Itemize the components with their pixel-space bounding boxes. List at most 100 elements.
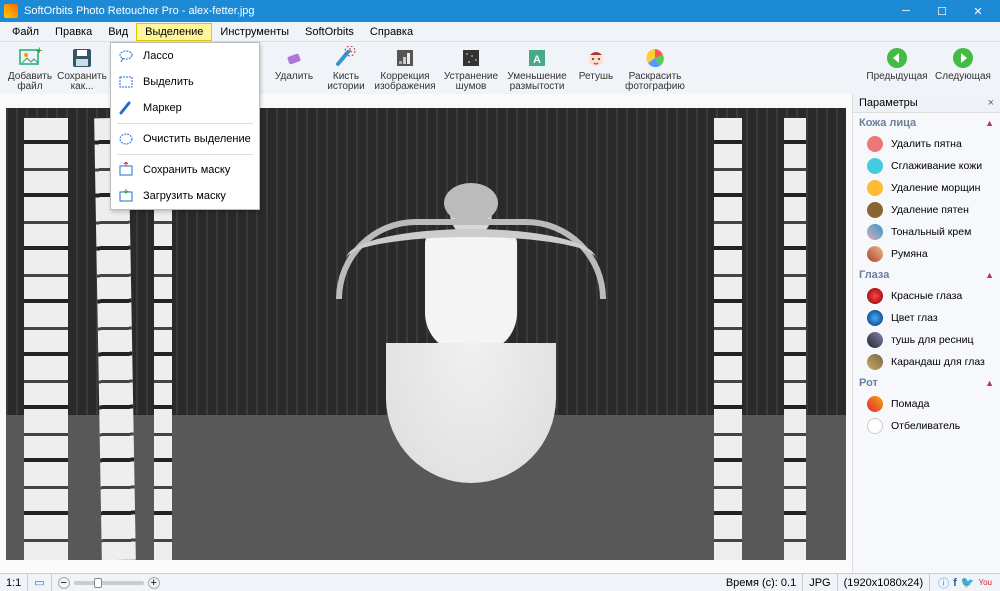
fit-screen-button[interactable]: ▭ [28,574,51,591]
status-dimensions: (1920x1080x24) [838,574,931,591]
item-whitener[interactable]: Отбеливатель [853,415,1000,437]
dropdown-lasso-label: Лассо [143,50,174,62]
menubar: Файл Правка Вид Выделение Инструменты So… [0,22,1000,42]
collapse-icon: ▲ [985,118,994,128]
remove-label: Удалить [275,72,313,82]
menu-softorbits[interactable]: SoftOrbits [297,24,362,40]
retouch-button[interactable]: Ретушь [570,44,622,92]
menu-help[interactable]: Справка [362,24,421,40]
save-mask-icon [117,161,135,179]
lipstick-icon [867,396,883,412]
item-stains[interactable]: Удаление пятен [853,199,1000,221]
save-as-label: Сохранить как... [56,72,108,92]
menu-file[interactable]: Файл [4,24,47,40]
add-file-label: Добавить файл [4,72,56,92]
marquee-icon [117,73,135,91]
item-smooth-skin[interactable]: Сглаживание кожи [853,155,1000,177]
clear-selection-icon [117,130,135,148]
item-foundation[interactable]: Тональный крем [853,221,1000,243]
deblur-button[interactable]: A Уменьшение размытости [504,44,570,92]
item-wrinkles[interactable]: Удаление морщин [853,177,1000,199]
statusbar: 1:1 ▭ − + Время (с): 0.1 JPG (1920x1080x… [0,573,1000,591]
info-icon[interactable]: ⓘ [938,575,949,591]
image-correction-label: Коррекция изображения [372,72,438,92]
item-eyeliner[interactable]: Карандаш для глаз [853,351,1000,373]
item-red-eyes[interactable]: Красные глаза [853,285,1000,307]
prev-image-button[interactable]: Предыдущая [864,44,930,92]
dropdown-marker[interactable]: Маркер [111,95,259,121]
redeye-icon [867,288,883,304]
item-remove-spots[interactable]: Удалить пятна [853,133,1000,155]
eyecolor-icon [867,310,883,326]
image-plus-icon: + [18,46,42,70]
foundation-icon [867,224,883,240]
eyeliner-icon [867,354,883,370]
denoise-label: Устранение шумов [438,72,504,92]
dropdown-clear-label: Очистить выделение [143,133,251,145]
item-lipstick[interactable]: Помада [853,393,1000,415]
deblur-label: Уменьшение размытости [504,72,570,92]
dropdown-select[interactable]: Выделить [111,69,259,95]
prev-label: Предыдущая [866,72,927,82]
save-as-button[interactable]: Сохранить как... [56,44,108,92]
add-file-button[interactable]: + Добавить файл [4,44,56,92]
save-icon [70,46,94,70]
smooth-icon [867,158,883,174]
dropdown-save-mask[interactable]: Сохранить маску [111,157,259,183]
lasso-icon [117,47,135,65]
marker-icon [117,99,135,117]
spot-icon [867,136,883,152]
menu-view[interactable]: Вид [100,24,136,40]
facebook-icon[interactable]: f [953,577,957,589]
zoom-slider[interactable] [74,581,144,585]
minimize-button[interactable]: ─ [888,0,924,22]
dropdown-select-label: Выделить [143,76,194,88]
collapse-icon: ▲ [985,270,994,280]
titlebar: SoftOrbits Photo Retoucher Pro - alex-fe… [0,0,1000,22]
status-format: JPG [803,574,837,591]
levels-icon [393,46,417,70]
arrow-left-icon [885,46,909,70]
dropdown-load-mask[interactable]: Загрузить маску [111,183,259,209]
zoom-out-button[interactable]: − [58,577,70,589]
zoom-in-button[interactable]: + [148,577,160,589]
close-button[interactable]: ✕ [960,0,996,22]
twitter-icon[interactable]: 🐦 [961,576,975,589]
item-mascara[interactable]: тушь для ресниц [853,329,1000,351]
dropdown-savemask-label: Сохранить маску [143,164,230,176]
mascara-icon [867,332,883,348]
tooth-icon [867,418,883,434]
next-image-button[interactable]: Следующая [930,44,996,92]
sidebar-close-icon[interactable]: × [988,97,994,109]
collapse-icon: ▲ [985,378,994,388]
section-face[interactable]: Кожа лица▲ [853,113,1000,133]
load-mask-icon [117,187,135,205]
history-brush-button[interactable]: Кисть истории [320,44,372,92]
dropdown-loadmask-label: Загрузить маску [143,190,226,202]
dropdown-lasso[interactable]: Лассо [111,43,259,69]
menu-tools[interactable]: Инструменты [212,24,297,40]
denoise-button[interactable]: Устранение шумов [438,44,504,92]
menu-selection[interactable]: Выделение [136,23,212,41]
section-eyes[interactable]: Глаза▲ [853,265,1000,285]
menu-edit[interactable]: Правка [47,24,100,40]
stain-icon [867,202,883,218]
item-eye-color[interactable]: Цвет глаз [853,307,1000,329]
selection-dropdown: Лассо Выделить Маркер Очистить выделение… [110,42,260,210]
maximize-button[interactable]: ☐ [924,0,960,22]
image-correction-button[interactable]: Коррекция изображения [372,44,438,92]
blush-icon [867,246,883,262]
brush-history-icon [334,46,358,70]
colorize-button[interactable]: Раскрасить фотографию [622,44,688,92]
remove-button[interactable]: Удалить [268,44,320,92]
sidebar-title: Параметры [859,97,918,109]
item-blush[interactable]: Румяна [853,243,1000,265]
svg-text:A: A [533,54,541,66]
dropdown-marker-label: Маркер [143,102,182,114]
noise-icon [459,46,483,70]
section-mouth[interactable]: Рот▲ [853,373,1000,393]
dropdown-clear-selection[interactable]: Очистить выделение [111,126,259,152]
app-icon [4,4,18,18]
youtube-icon[interactable]: You [979,578,993,587]
zoom-ratio[interactable]: 1:1 [0,574,28,591]
